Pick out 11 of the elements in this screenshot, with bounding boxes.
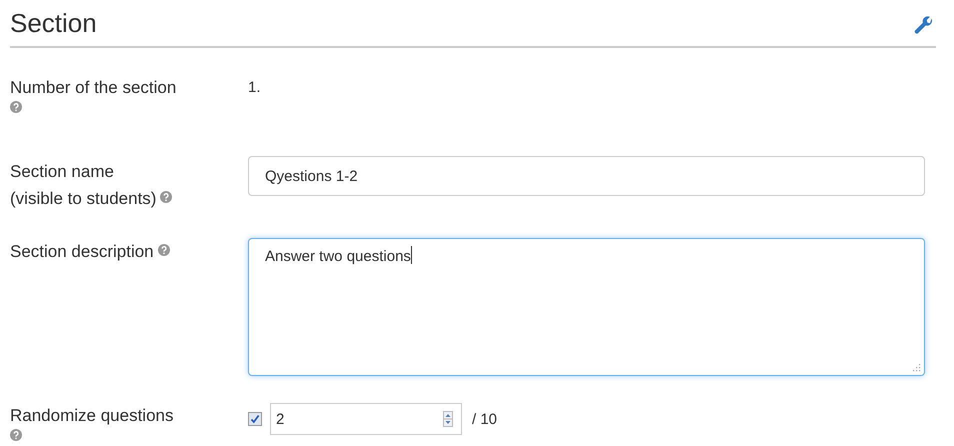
question-total: / 10 [472, 410, 498, 428]
number-field[interactable]: 2 [270, 403, 462, 435]
section-title: Section [10, 8, 97, 38]
section-number: 1. [248, 79, 261, 96]
field-label: Randomize questions [10, 406, 174, 425]
field-label: Section description [10, 242, 154, 261]
field-label: Section name [10, 162, 114, 181]
field-label: (visible to students) [10, 189, 156, 208]
field-label: Number of the section [10, 78, 176, 97]
section-name-field[interactable]: Qyestions 1-2 [248, 156, 925, 196]
description-field[interactable]: Answer two questions [248, 238, 925, 376]
